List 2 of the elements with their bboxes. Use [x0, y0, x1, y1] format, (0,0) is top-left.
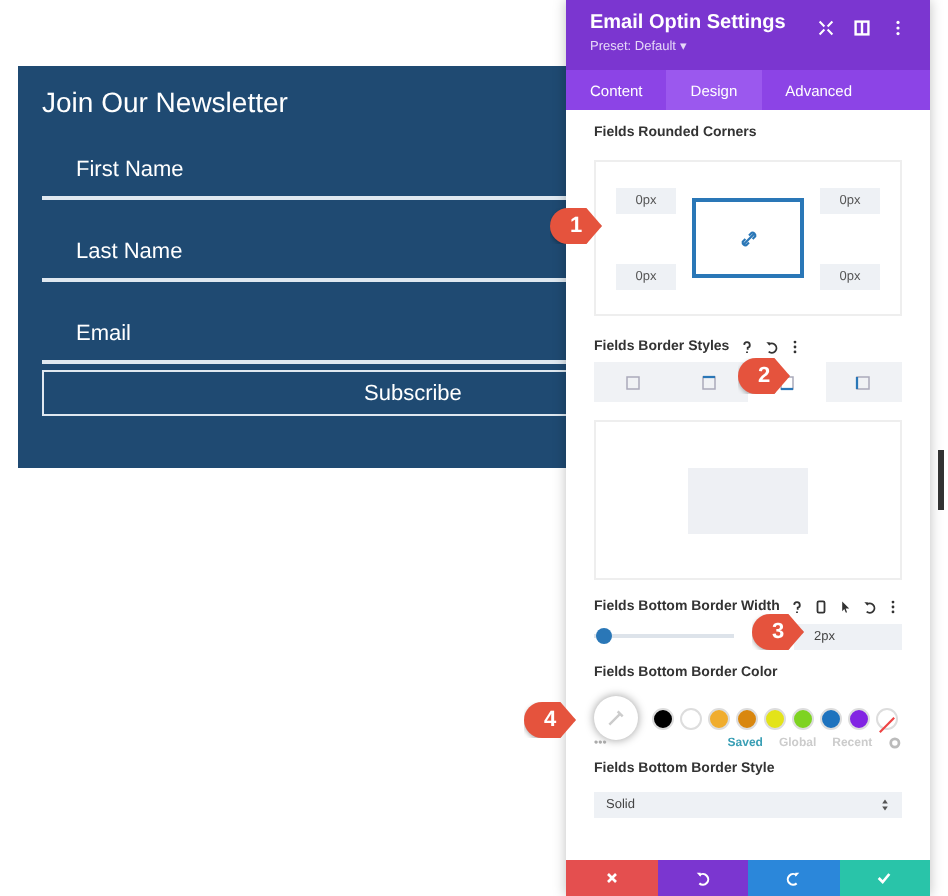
- newsletter-title: Join Our Newsletter: [42, 86, 288, 118]
- panel-title: Email Optin Settings: [590, 12, 786, 34]
